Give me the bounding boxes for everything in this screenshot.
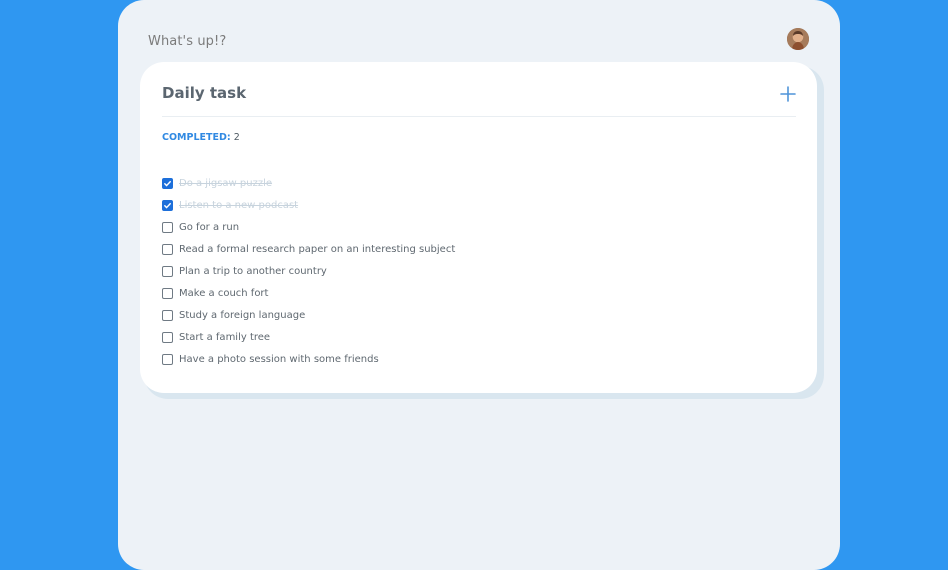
task-item[interactable]: Make a couch fort [162, 282, 455, 304]
task-checkbox[interactable] [162, 199, 173, 211]
task-item[interactable]: Listen to a new podcast [162, 194, 455, 216]
task-label: Plan a trip to another country [179, 265, 327, 277]
task-label: Have a photo session with some friends [179, 353, 379, 365]
task-label: Listen to a new podcast [179, 199, 299, 211]
completed-label: COMPLETED: [162, 132, 231, 143]
add-task-button[interactable] [778, 84, 798, 104]
task-item[interactable]: Study a foreign language [162, 304, 455, 326]
task-label: Make a couch fort [179, 287, 269, 299]
task-checkbox[interactable] [162, 265, 173, 277]
task-checkbox[interactable] [162, 221, 173, 233]
task-checkbox[interactable] [162, 309, 173, 321]
card-divider [162, 116, 796, 117]
user-avatar-icon[interactable] [787, 28, 809, 50]
task-label: Do a jigsaw puzzle [179, 177, 273, 189]
task-item[interactable]: Have a photo session with some friends [162, 348, 455, 370]
completed-count: 2 [233, 132, 240, 143]
task-checkbox[interactable] [162, 177, 173, 189]
task-checkbox[interactable] [162, 353, 173, 365]
plus-icon [780, 86, 796, 102]
check-icon [164, 180, 171, 186]
task-checkbox[interactable] [162, 287, 173, 299]
task-label: Study a foreign language [179, 309, 306, 321]
task-list: Do a jigsaw puzzle Listen to a new podcas… [162, 172, 455, 370]
task-item[interactable]: Read a formal research paper on an inter… [162, 238, 455, 260]
completed-status: COMPLETED: 2 [162, 132, 240, 143]
check-icon [164, 202, 171, 208]
card-title: Daily task [162, 84, 247, 102]
task-item[interactable]: Do a jigsaw puzzle [162, 172, 455, 194]
task-checkbox[interactable] [162, 331, 173, 343]
task-label: Start a family tree [179, 331, 271, 343]
avatar-image [787, 28, 809, 50]
task-item[interactable]: Start a family tree [162, 326, 455, 348]
daily-task-card: Daily task COMPLETED: 2 Do a jigsaw puzz… [140, 62, 817, 393]
app-window: What's up!? Daily task COMPLETED: 2 Do a… [118, 0, 840, 570]
task-item[interactable]: Plan a trip to another country [162, 260, 455, 282]
task-checkbox[interactable] [162, 243, 173, 255]
task-label: Go for a run [179, 221, 240, 233]
header-greeting: What's up!? [148, 34, 227, 49]
task-label: Read a formal research paper on an inter… [179, 243, 456, 255]
task-item[interactable]: Go for a run [162, 216, 455, 238]
